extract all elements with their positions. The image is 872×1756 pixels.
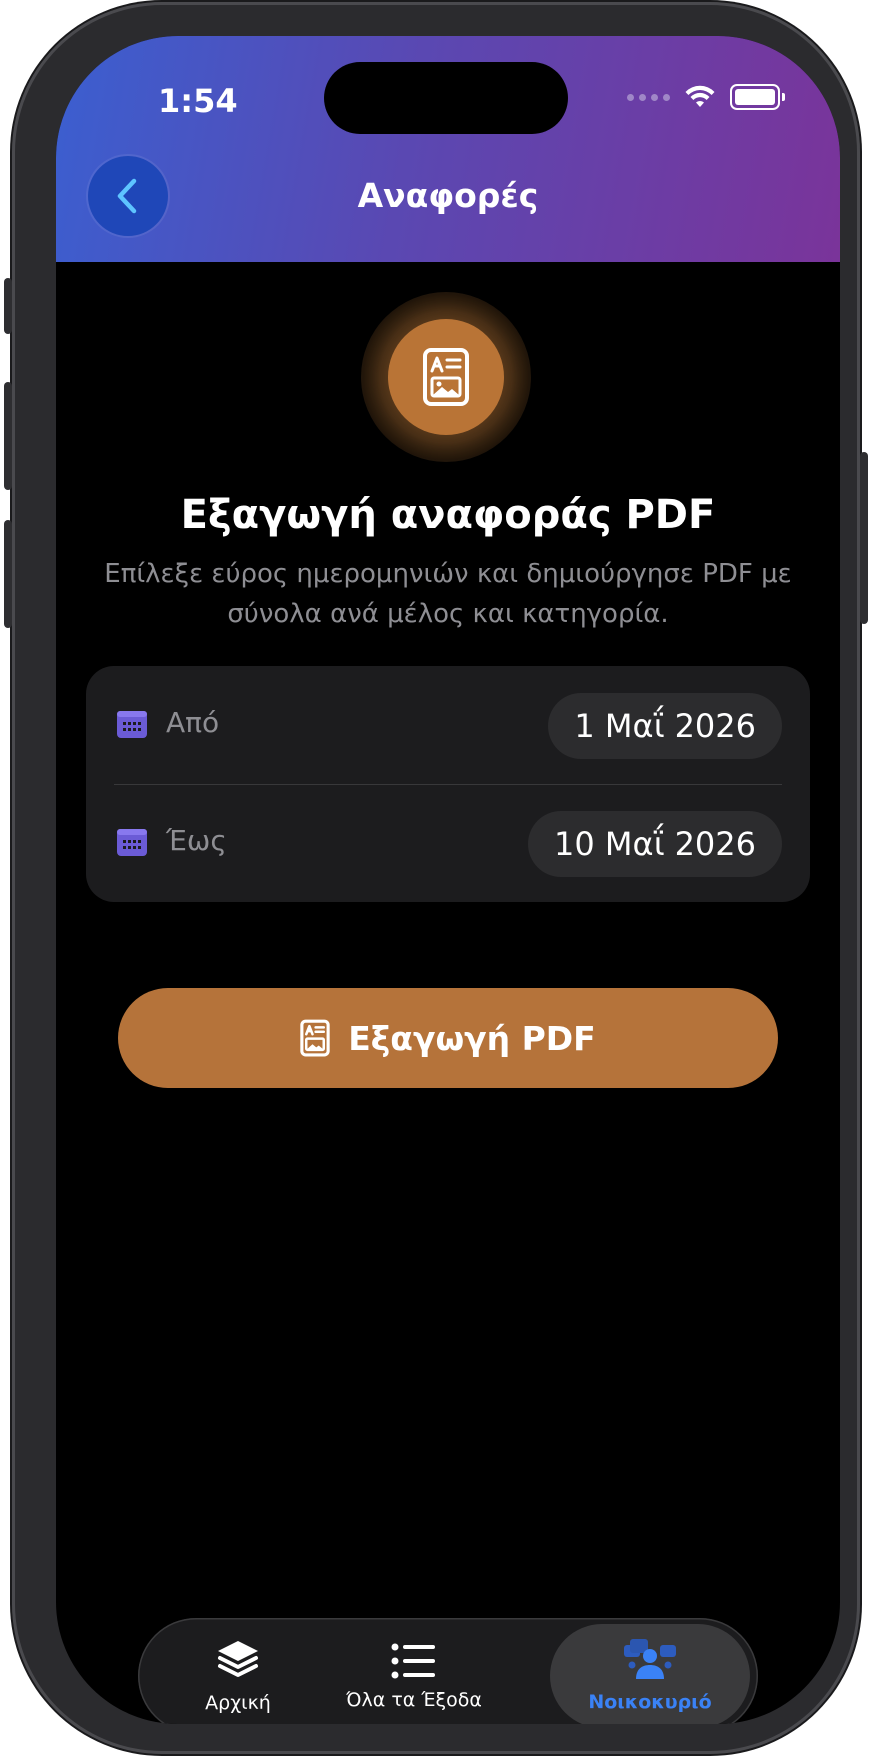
header: 1:54 Αναφορές [56,36,840,262]
screen: 1:54 Αναφορές Εξαγωγή αναφοράς PDF Επίλε… [56,36,840,1724]
battery-icon [730,84,785,110]
report-document-icon [300,1019,330,1057]
list-icon [391,1643,435,1679]
section-description: Επίλεξε εύρος ημερομηνιών και δημιούργησ… [104,559,792,629]
phone-volume-up-button [4,382,12,490]
tab-home-label: Αρχική [205,1692,271,1714]
page-title: Αναφορές [357,176,539,215]
status-indicators [627,84,785,110]
date-to-label: Έως [166,824,227,857]
phone-power-button [860,452,868,624]
export-pdf-label: Εξαγωγή PDF [348,1018,596,1058]
cellular-signal-icon [627,93,670,101]
phone-volume-down-button [4,520,12,628]
export-pdf-button[interactable]: Εξαγωγή PDF [118,988,778,1088]
date-to-picker[interactable]: 10 Μαΐ 2026 [527,811,782,877]
phone-frame: 1:54 Αναφορές Εξαγωγή αναφοράς PDF Επίλε… [4,2,868,1754]
calendar-icon [117,711,147,738]
date-range-card: Από 1 Μαΐ 2026 Έως 10 Μαΐ 2026 [86,666,810,902]
tab-household-label: Νοικοκυριό [588,1691,712,1713]
household-icon [624,1639,676,1679]
section-title: Εξαγωγή αναφοράς PDF [180,492,716,538]
wifi-icon [685,85,715,107]
dynamic-island [324,62,568,134]
date-from-picker[interactable]: 1 Μαΐ 2026 [548,693,782,759]
status-time: 1:54 [158,82,238,120]
tab-all-expenses-label: Όλα τα Έξοδα [346,1689,482,1711]
tab-home[interactable]: Αρχική [138,1618,338,1724]
date-to-row: Έως 10 Μαΐ 2026 [86,784,810,902]
layers-icon [218,1641,258,1677]
phone-action-button [4,278,12,334]
date-from-row: Από 1 Μαΐ 2026 [86,666,810,784]
report-document-icon [388,319,504,435]
tab-all-expenses[interactable]: Όλα τα Έξοδα [314,1618,514,1724]
tab-household[interactable]: Νοικοκυριό [550,1624,750,1724]
tab-bar: Αρχική Όλα τα Έξοδα Νοικοκυριό [138,1618,758,1724]
date-from-label: Από [166,706,220,739]
calendar-icon [117,829,147,856]
